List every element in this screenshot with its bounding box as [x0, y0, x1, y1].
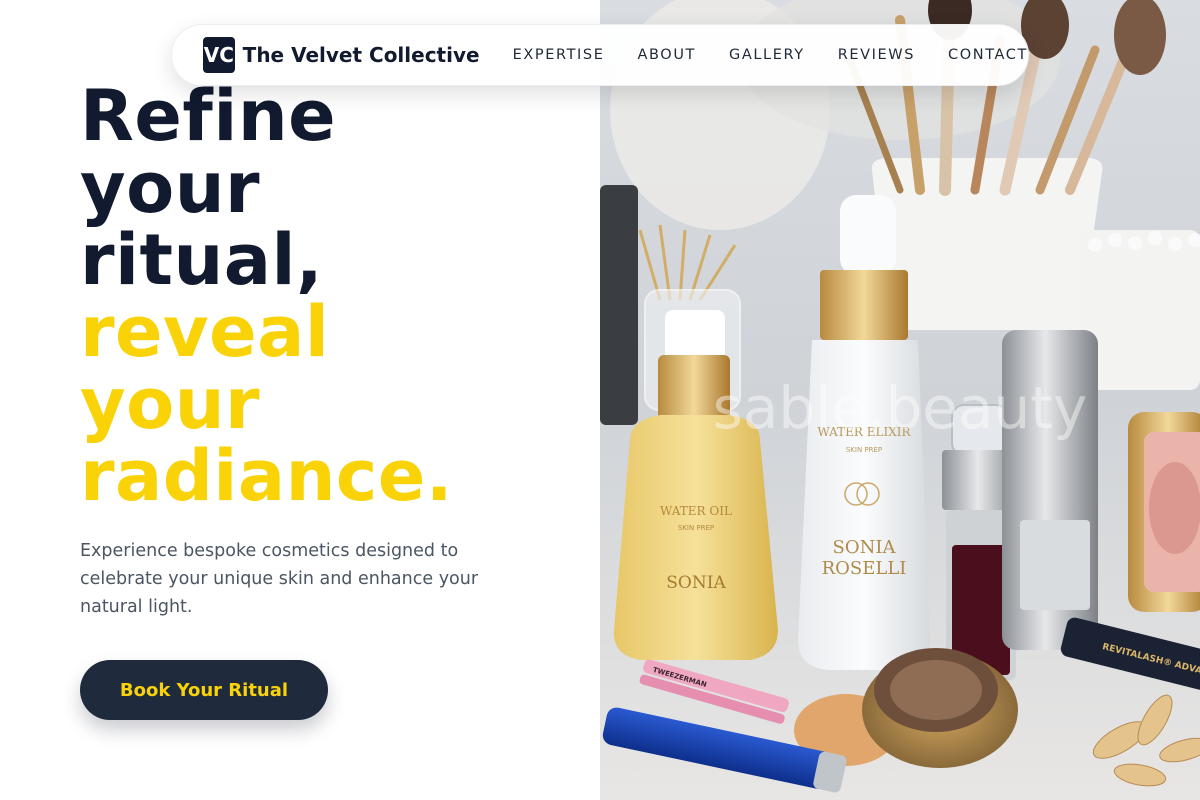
brand-name[interactable]: The Velvet Collective	[243, 43, 480, 67]
headline-accent-line: your	[80, 363, 261, 445]
nav-link-expertise[interactable]: EXPERTISE	[513, 47, 605, 63]
nav-link-contact[interactable]: CONTACT	[948, 47, 1028, 63]
cosmetics-photo: WATER OIL SKIN PREP SONIA WATER ELIXIR S…	[600, 0, 1200, 800]
hero-headline: Refine your ritual, reveal your radiance…	[80, 80, 453, 512]
top-navbar: VC The Velvet Collective EXPERTISE ABOUT…	[171, 24, 1029, 86]
svg-text:ROSELLI: ROSELLI	[822, 558, 907, 579]
svg-text:SKIN PREP: SKIN PREP	[678, 524, 714, 532]
nav-link-reviews[interactable]: REVIEWS	[838, 47, 915, 63]
hero-section: Refine your ritual, reveal your radiance…	[0, 0, 600, 800]
svg-text:WATER OIL: WATER OIL	[660, 504, 732, 518]
book-ritual-button[interactable]: Book Your Ritual	[80, 660, 328, 720]
watermark-text: sable.beauty	[713, 374, 1088, 442]
svg-text:SONIA: SONIA	[833, 537, 897, 558]
nav-links: EXPERTISE ABOUT GALLERY REVIEWS CONTACT	[513, 47, 1028, 63]
hero-image: WATER OIL SKIN PREP SONIA WATER ELIXIR S…	[600, 0, 1200, 800]
headline-accent-line: reveal	[80, 291, 330, 373]
headline-line: ritual,	[80, 219, 324, 301]
hero-subtext: Experience bespoke cosmetics designed to…	[80, 541, 479, 617]
headline-line: Refine	[80, 75, 337, 157]
nav-link-about[interactable]: ABOUT	[638, 47, 697, 63]
headline-line: your	[80, 147, 261, 229]
svg-text:SKIN PREP: SKIN PREP	[846, 446, 882, 454]
headline-accent-line: radiance.	[80, 435, 453, 517]
svg-text:SONIA: SONIA	[666, 573, 726, 593]
nav-link-gallery[interactable]: GALLERY	[729, 47, 805, 63]
logo-mark[interactable]: VC	[203, 37, 235, 73]
